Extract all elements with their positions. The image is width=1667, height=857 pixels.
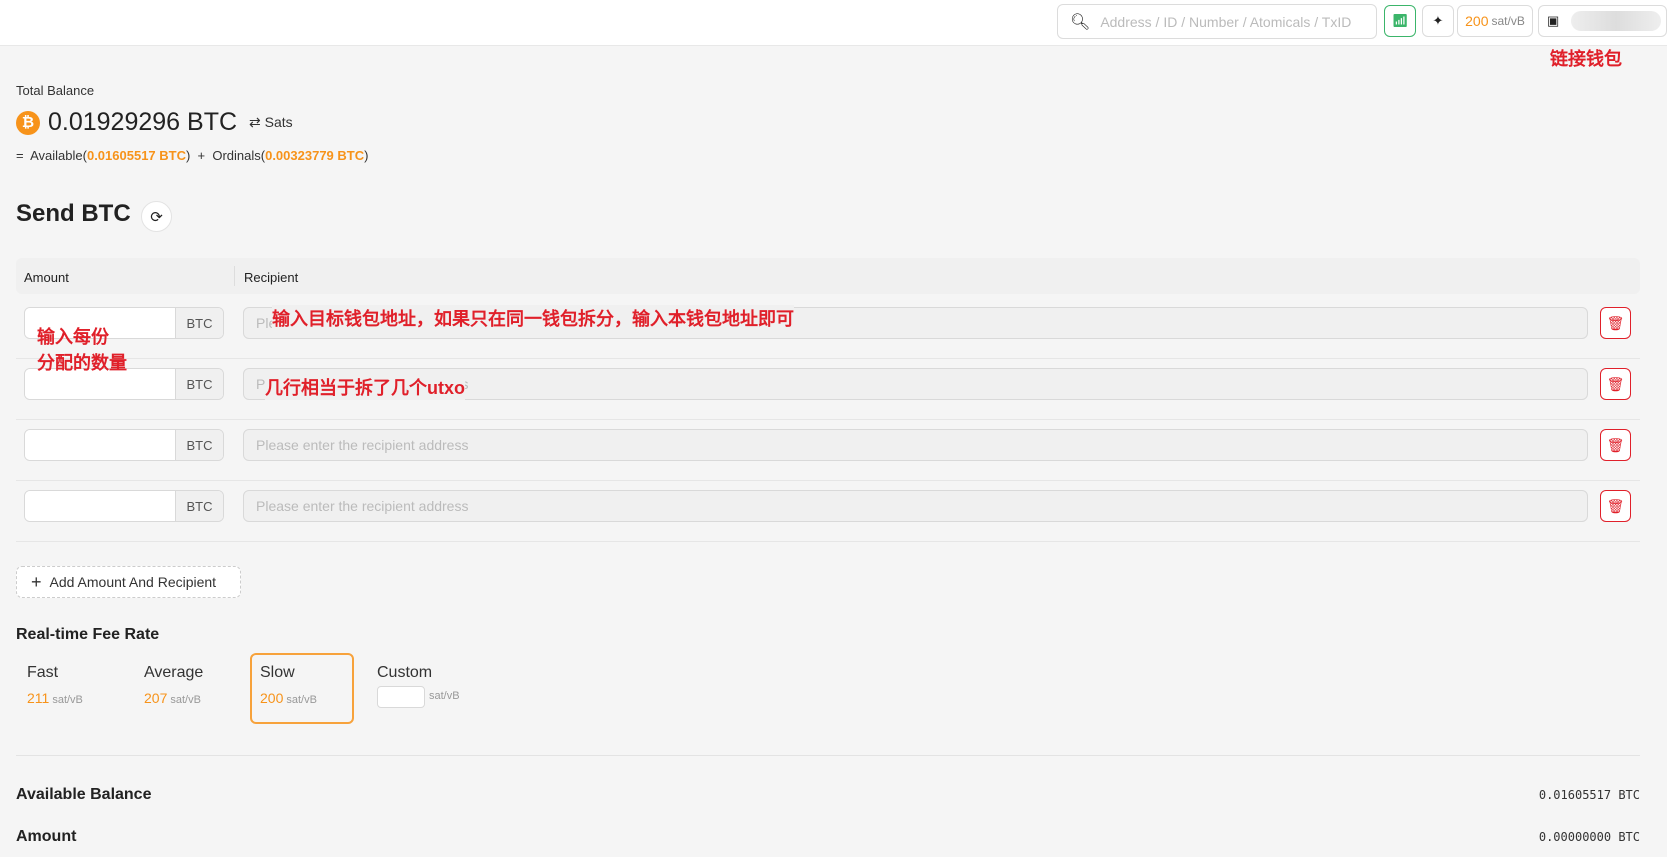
swap-icon: ⇄ [249,114,261,130]
search-icon: 🔍︎ [1070,13,1091,31]
wallet-button[interactable]: ▣ [1538,5,1667,37]
unit-label: BTC [175,491,223,521]
amount-field[interactable]: BTC [24,490,224,522]
search-input[interactable] [1100,13,1371,30]
total-balance-label: Total Balance [16,83,95,98]
fee-option-value: 207 [144,690,168,706]
unit-label: BTC [175,308,223,338]
sparkle-button[interactable]: ✦ [1422,5,1454,37]
add-amount-recipient-button[interactable]: + Add Amount And Recipient [16,566,241,598]
recipient-input[interactable] [243,429,1588,461]
fee-rate-badge[interactable]: 200 sat/vB [1457,5,1533,37]
amount-field[interactable]: BTC [24,429,224,461]
fee-option-average[interactable]: Average 207 sat/vB [134,653,238,724]
equals: = [16,148,24,163]
search-box[interactable]: 🔍︎ [1057,4,1377,39]
refresh-icon: ⟳ [150,208,163,226]
page-title: Send BTC [16,200,131,227]
balance-breakdown: = Available(0.01605517 BTC) + Ordinals(0… [16,148,368,163]
fee-option-name: Fast [27,664,59,681]
sats-toggle[interactable]: ⇄ Sats [249,114,293,131]
refresh-button[interactable]: ⟳ [141,201,172,232]
column-divider [234,266,235,286]
available-value: 0.01605517 BTC [86,148,186,163]
available-balance-value: 0.01605517 BTC [1538,788,1640,802]
custom-fee-input[interactable] [377,686,425,708]
amount-label: Amount [16,828,77,845]
fee-option-fast[interactable]: Fast 211 sat/vB [17,653,121,724]
wifi-icon: 📶︎ [1391,13,1409,28]
amount-value: 0.00000000 BTC [1538,830,1640,844]
amount-input[interactable] [25,491,175,521]
ordinals-value: 0.00323779 BTC [265,148,365,163]
sats-toggle-label: Sats [264,114,293,130]
fee-option-value: 200 [260,690,284,706]
wallet-icon: ▣ [1547,13,1560,28]
top-header: 🔍︎ 📶︎ ✦ 200sat/vB ▣ [0,0,1667,46]
delete-row-button[interactable]: 🗑︎ [1600,490,1631,522]
fee-option-name: Slow [260,664,295,681]
network-status-button[interactable]: 📶︎ [1384,5,1416,37]
available-balance-label: Available Balance [16,786,152,803]
table-row: BTC 🗑︎ [16,416,1640,481]
annotation-rows: 几行相当于拆了几个utxo [265,374,465,400]
trash-icon: 🗑︎ [1606,314,1625,331]
table-row: BTC 🗑︎ [16,477,1640,542]
fee-rate-title: Real-time Fee Rate [16,626,160,643]
add-label: Add Amount And Recipient [49,574,217,590]
fee-option-unit: sat/vB [52,694,83,706]
amount-column-header: Amount [24,270,69,285]
bitcoin-icon: ₿ [16,110,40,135]
table-row: BTC 🗑︎ [16,355,1640,420]
delete-row-button[interactable]: 🗑︎ [1600,368,1631,400]
close-paren: ) [364,148,369,163]
sparkle-icon: ✦ [1432,13,1444,28]
amount-input[interactable] [25,430,175,460]
trash-icon: 🗑︎ [1606,497,1625,514]
annotation-amount: 输入每份 分配的数量 [37,327,127,373]
recipient-input[interactable] [243,490,1588,522]
fee-option-unit: sat/vB [170,694,201,706]
unit-label: BTC [175,369,223,399]
wallet-address-blurred [1571,11,1662,31]
trash-icon: 🗑︎ [1606,375,1625,392]
fee-option-slow[interactable]: Slow 200 sat/vB [250,653,354,724]
fee-option-value: 211 [27,690,50,706]
fee-option-unit: sat/vB [286,694,317,706]
table-header: Amount Recipient [16,258,1640,294]
fee-rate-unit: sat/vB [1491,14,1525,28]
divider [16,755,1640,756]
ordinals-label: ) + Ordinals( [185,148,266,163]
recipient-column-header: Recipient [244,270,299,285]
fee-option-unit: sat/vB [429,690,460,703]
plus-icon: + [31,571,42,592]
fee-rate-value: 200 [1465,13,1489,29]
total-balance: ₿ 0.01929296 BTC ⇄ Sats [16,108,293,137]
annotation-recipient: 输入目标钱包地址，如果只在同一钱包拆分，输入本钱包地址即可 [272,305,794,331]
delete-row-button[interactable]: 🗑︎ [1600,307,1631,339]
total-balance-value: 0.01929296 BTC [48,108,238,136]
table-row: BTC 🗑︎ [16,294,1640,359]
fee-option-name: Average [144,664,204,681]
delete-row-button[interactable]: 🗑︎ [1600,429,1631,461]
trash-icon: 🗑︎ [1606,436,1625,453]
annotation-connect-wallet: 链接钱包 [1550,49,1622,69]
available-label: Available( [30,148,87,163]
unit-label: BTC [175,430,223,460]
fee-option-custom[interactable]: Custom sat/vB [367,653,487,724]
fee-option-name: Custom [377,664,433,681]
